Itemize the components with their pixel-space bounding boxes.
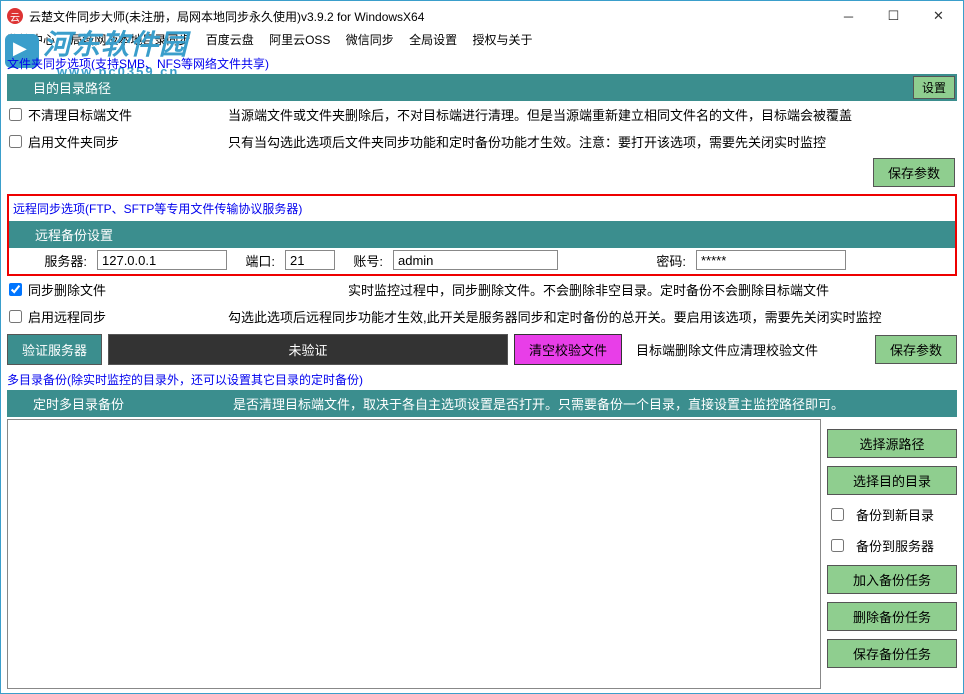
password-label: 密码: [642, 251, 692, 270]
verify-status: 未验证 [108, 334, 508, 365]
delete-task-button[interactable]: 删除备份任务 [827, 602, 957, 631]
account-input[interactable] [393, 250, 558, 270]
save-params-button-1[interactable]: 保存参数 [873, 158, 955, 187]
menu-lan-sync[interactable]: 局域网及本地目录同步 [70, 33, 190, 47]
enable-folder-sync-checkbox[interactable] [9, 135, 22, 148]
enable-remote-sync-desc: 勾选此选项后远程同步功能才生效,此开关是服务器同步和定时备份的总开关。要启用该选… [228, 307, 955, 326]
choose-source-button[interactable]: 选择源路径 [827, 429, 957, 458]
server-input[interactable] [97, 250, 227, 270]
enable-remote-sync-checkbox[interactable] [9, 310, 22, 323]
no-clean-target-checkbox[interactable] [9, 108, 22, 121]
backup-new-dir-label: 备份到新目录 [856, 505, 934, 524]
add-task-button[interactable]: 加入备份任务 [827, 565, 957, 594]
port-input[interactable] [285, 250, 335, 270]
verify-server-button[interactable]: 验证服务器 [7, 334, 102, 365]
port-label: 端口: [231, 251, 281, 270]
no-clean-target-label: 不清理目标端文件 [28, 105, 228, 124]
sync-delete-checkbox[interactable] [9, 283, 22, 296]
app-icon: 云 [7, 8, 23, 24]
menu-baidu[interactable]: 百度云盘 [206, 33, 254, 47]
save-params-button-2[interactable]: 保存参数 [875, 335, 957, 364]
multi-dir-desc: 是否清理目标端文件，取决于各自主选项设置是否打开。只需要备份一个目录，直接设置主… [233, 394, 844, 413]
close-button[interactable]: ✕ [916, 2, 961, 30]
window-title: 云楚文件同步大师(未注册，局网本地同步永久使用)v3.9.2 for Windo… [29, 8, 826, 25]
password-input[interactable] [696, 250, 846, 270]
no-clean-target-desc: 当源端文件或文件夹删除后，不对目标端进行清理。但是当源端重新建立相同文件名的文件… [228, 105, 955, 124]
menu-monitor[interactable]: 监控中心 [7, 33, 55, 47]
multi-dir-title: 定时多目录备份 [33, 394, 233, 413]
backup-task-list[interactable] [7, 419, 821, 689]
menu-wechat[interactable]: 微信同步 [346, 33, 394, 47]
remote-sync-highlight: 远程同步选项(FTP、SFTP等专用文件传输协议服务器) 远程备份设置 服务器:… [7, 194, 957, 276]
menu-about[interactable]: 授权与关于 [472, 33, 532, 47]
remote-backup-title: 远程备份设置 [35, 225, 113, 244]
backup-server-checkbox[interactable] [831, 539, 844, 552]
menubar: 监控中心 局域网及本地目录同步 百度云盘 阿里云OSS 微信同步 全局设置 授权… [1, 31, 963, 51]
save-task-button[interactable]: 保存备份任务 [827, 639, 957, 668]
folder-sync-options-link[interactable]: 文件夹同步选项(支持SMB、NFS等网络文件共享) [7, 55, 957, 72]
backup-new-dir-checkbox[interactable] [831, 508, 844, 521]
minimize-button[interactable]: ─ [826, 2, 871, 30]
menu-global[interactable]: 全局设置 [409, 33, 457, 47]
menu-aliyun[interactable]: 阿里云OSS [269, 33, 330, 47]
choose-dest-button[interactable]: 选择目的目录 [827, 466, 957, 495]
account-label: 账号: [339, 251, 389, 270]
sync-delete-label: 同步删除文件 [28, 280, 348, 299]
enable-folder-sync-label: 启用文件夹同步 [28, 132, 228, 151]
remote-sync-options-link[interactable]: 远程同步选项(FTP、SFTP等专用文件传输协议服务器) [9, 198, 955, 219]
maximize-button[interactable]: ☐ [871, 2, 916, 30]
multi-dir-header: 定时多目录备份 是否清理目标端文件，取决于各自主选项设置是否打开。只需要备份一个… [7, 390, 957, 417]
server-label: 服务器: [13, 251, 93, 270]
dest-path-header: 目的目录路径 设置 [7, 74, 957, 101]
backup-server-label: 备份到服务器 [856, 536, 934, 555]
remote-backup-header: 远程备份设置 [9, 221, 955, 248]
clear-verify-button[interactable]: 清空校验文件 [514, 334, 622, 365]
verify-note: 目标端删除文件应清理校验文件 [628, 340, 869, 359]
sync-delete-desc: 实时监控过程中，同步删除文件。不会删除非空目录。定时备份不会删除目标端文件 [348, 280, 955, 299]
multi-dir-backup-link[interactable]: 多目录备份(除实时监控的目录外，还可以设置其它目录的定时备份) [7, 371, 957, 388]
dest-path-title: 目的目录路径 [33, 78, 111, 97]
enable-remote-sync-label: 启用远程同步 [28, 307, 228, 326]
set-dest-button[interactable]: 设置 [913, 76, 955, 99]
enable-folder-sync-desc: 只有当勾选此选项后文件夹同步功能和定时备份功能才生效。注意：要打开该选项，需要先… [228, 132, 955, 151]
